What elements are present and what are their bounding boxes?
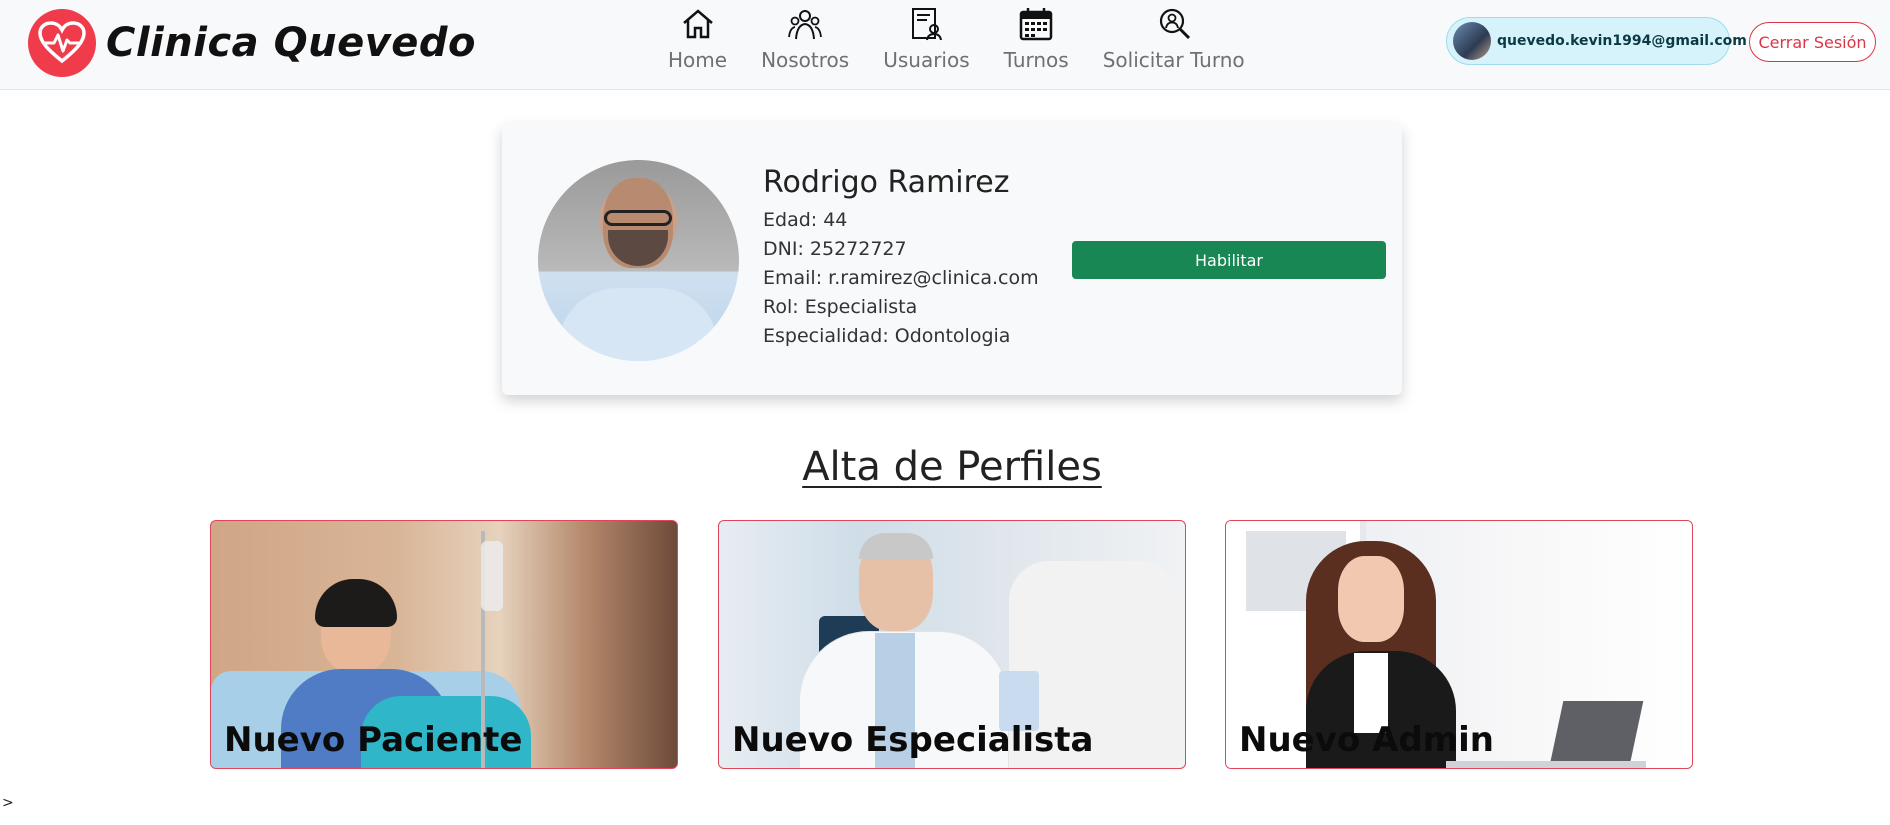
brand[interactable]: Clinica Quevedo	[28, 8, 476, 78]
users-list-icon	[908, 6, 944, 42]
new-admin-label: Nuevo Admin	[1239, 720, 1495, 760]
heart-pulse-icon	[28, 9, 96, 77]
navbar: Clinica Quevedo Home Nosotros Usuarios T…	[0, 0, 1890, 90]
search-person-icon	[1156, 6, 1192, 42]
profile-info: Rodrigo Ramirez Edad: 44 DNI: 25272727 E…	[763, 165, 1039, 351]
nav-nosotros-label: Nosotros	[761, 48, 850, 72]
new-patient-label: Nuevo Paciente	[224, 720, 523, 760]
brand-name: Clinica Quevedo	[106, 20, 477, 66]
nav-solicitar-turno-label: Solicitar Turno	[1102, 48, 1245, 72]
new-specialist-card[interactable]: Nuevo Especialista	[718, 520, 1186, 769]
profile-name: Rodrigo Ramirez	[763, 165, 1010, 200]
nav-turnos[interactable]: Turnos	[1004, 6, 1069, 72]
enable-button[interactable]: Habilitar	[1072, 241, 1386, 279]
profile-photo	[538, 160, 739, 361]
user-badge[interactable]: quevedo.kevin1994@gmail.com	[1446, 17, 1747, 65]
profile-dni: DNI: 25272727	[763, 238, 907, 260]
profile-email: Email: r.ramirez@clinica.com	[763, 267, 1039, 289]
profile-role: Rol: Especialista	[763, 296, 918, 318]
logout-button[interactable]: Cerrar Sesión	[1749, 22, 1876, 62]
user-email: quevedo.kevin1994@gmail.com	[1497, 33, 1747, 49]
nav-usuarios-label: Usuarios	[883, 48, 970, 72]
nav-usuarios[interactable]: Usuarios	[883, 6, 970, 72]
nav-nosotros[interactable]: Nosotros	[761, 6, 849, 72]
profile-specialty: Especialidad: Odontologia	[763, 325, 1011, 347]
profile-age: Edad: 44	[763, 209, 848, 231]
calendar-icon	[1018, 6, 1054, 42]
stray-text: >	[2, 795, 14, 811]
nav-home-label: Home	[668, 48, 728, 72]
team-icon	[787, 6, 823, 42]
new-specialist-label: Nuevo Especialista	[732, 720, 1094, 760]
main-nav: Home Nosotros Usuarios Turnos Solicitar …	[668, 6, 1279, 72]
nav-solicitar-turno[interactable]: Solicitar Turno	[1103, 6, 1245, 72]
new-patient-card[interactable]: Nuevo Paciente	[210, 520, 678, 769]
new-admin-card[interactable]: Nuevo Admin	[1225, 520, 1693, 769]
nav-home[interactable]: Home	[668, 6, 727, 72]
section-title: Alta de Perfiles	[802, 444, 1102, 490]
nav-turnos-label: Turnos	[1003, 48, 1069, 72]
home-icon	[680, 6, 716, 42]
avatar	[1453, 22, 1491, 60]
profile-card: Rodrigo Ramirez Edad: 44 DNI: 25272727 E…	[502, 123, 1402, 395]
